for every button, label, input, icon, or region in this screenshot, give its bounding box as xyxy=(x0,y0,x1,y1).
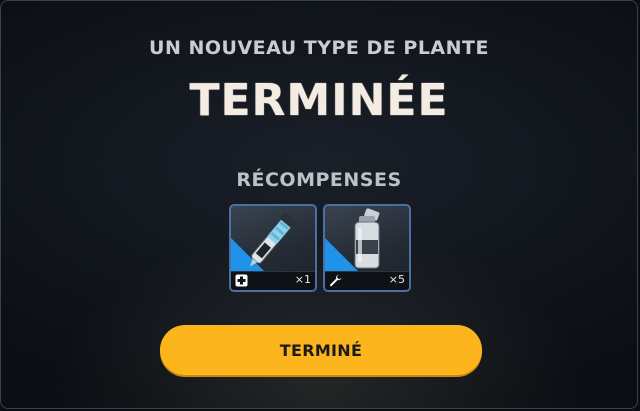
medical-plus-icon xyxy=(235,274,248,287)
reward-quantity: ×5 xyxy=(388,273,405,286)
rewards-heading: RÉCOMPENSES xyxy=(236,169,402,191)
reward-card-bottle[interactable]: ×5 xyxy=(323,204,411,292)
wrench-icon xyxy=(330,274,342,287)
rewards-list: ×1 ×5 xyxy=(229,204,411,292)
bottle-icon xyxy=(354,208,380,269)
reward-quantity: ×1 xyxy=(294,273,311,286)
dialog-title: TERMINÉE xyxy=(189,75,449,126)
reward-card-syringe[interactable]: ×1 xyxy=(229,204,317,292)
reward-card-footer: ×1 xyxy=(231,271,315,290)
reward-card-footer: ×5 xyxy=(325,271,409,290)
syringe-icon xyxy=(249,213,297,267)
done-button[interactable]: TERMINÉ xyxy=(160,325,482,375)
dialog-subtitle: UN NOUVEAU TYPE DE PLANTE xyxy=(149,37,489,59)
completion-dialog: UN NOUVEAU TYPE DE PLANTE TERMINÉE RÉCOM… xyxy=(0,0,638,409)
